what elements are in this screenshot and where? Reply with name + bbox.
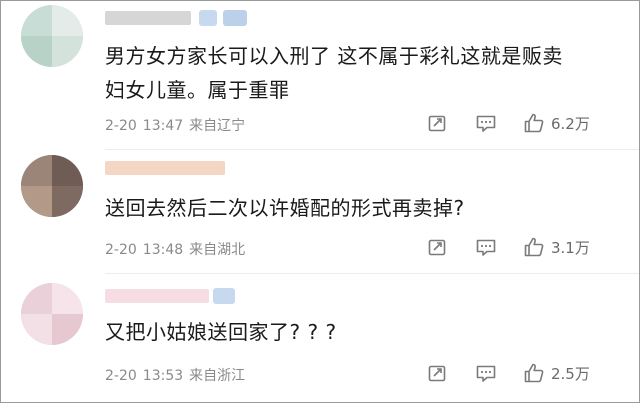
comment-time: 13:53 [142,368,184,384]
comment-time: 13:48 [142,242,184,258]
avatar[interactable] [21,5,83,67]
like-count: 6.2万 [551,114,590,133]
comment-text-line: 送回去然后二次以许婚配的形式再卖掉? [105,196,465,220]
comment-text-line: 妇女儿童。属于重罪 [105,78,290,102]
comment-text: 又把小姑娘送回家了? ? ? [105,315,605,349]
comment-meta: 2-20 13:53 来自浙江 [105,365,245,385]
comment-time: 13:47 [142,118,184,134]
comment-icon [476,239,496,256]
share-icon [428,239,446,256]
comment-date: 2-20 [105,368,137,384]
thumbs-up-icon [524,363,544,383]
share-icon [428,365,446,382]
share-button[interactable] [427,363,447,383]
like-button[interactable]: 2.5万 [523,362,590,384]
vip-badge-icon [223,10,247,26]
divider [105,273,639,274]
thumbs-up-icon [524,113,544,133]
comment-location: 来自湖北 [189,242,246,258]
comment-text: 男方女方家长可以入刑了 这不属于彩礼这就是贩卖 妇女儿童。属于重罪 [105,39,605,107]
like-button[interactable]: 3.1万 [523,236,590,258]
comment-location: 来自浙江 [189,368,246,384]
comment-text: 送回去然后二次以许婚配的形式再卖掉? [105,191,605,225]
comment-date: 2-20 [105,118,137,134]
thumbs-up-icon [524,237,544,257]
comment-date: 2-20 [105,242,137,258]
like-count: 2.5万 [551,364,590,383]
reply-button[interactable] [475,113,497,133]
avatar[interactable] [21,155,83,217]
like-button[interactable]: 6.2万 [523,112,590,134]
user-badge-icon [199,10,217,26]
comment-meta: 2-20 13:48 来自湖北 [105,239,245,259]
like-count: 3.1万 [551,238,590,257]
share-icon [428,115,446,132]
reply-button[interactable] [475,237,497,257]
share-button[interactable] [427,237,447,257]
comment-list: 男方女方家长可以入刑了 这不属于彩礼这就是贩卖 妇女儿童。属于重罪 2-20 13… [0,0,640,403]
username-redacted[interactable] [105,11,191,25]
comment-icon [476,365,496,382]
reply-button[interactable] [475,363,497,383]
share-button[interactable] [427,113,447,133]
divider [105,149,639,150]
comment-icon [476,115,496,132]
comment-text-line: 又把小姑娘送回家了? ? ? [105,320,337,344]
avatar[interactable] [21,283,83,345]
username-redacted[interactable] [105,161,225,175]
comment-location: 来自辽宁 [189,118,246,134]
comment-text-line: 男方女方家长可以入刑了 这不属于彩礼这就是贩卖 [105,44,563,68]
comment-meta: 2-20 13:47 来自辽宁 [105,115,245,135]
username-redacted[interactable] [105,289,209,303]
vip-badge-icon [213,288,235,304]
